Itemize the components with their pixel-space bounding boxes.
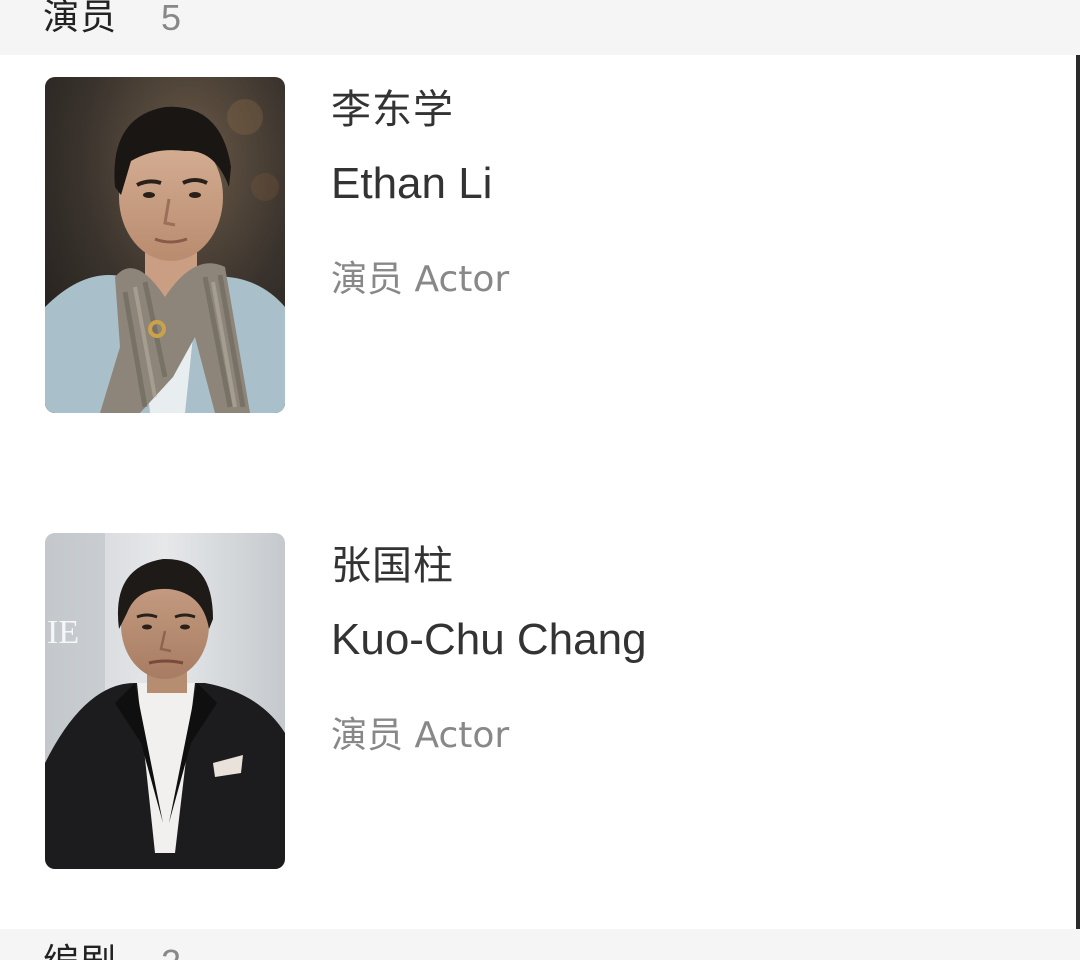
section-count: 5 (161, 0, 182, 38)
cast-card[interactable]: IE 张国柱 Kuo-Chu Chang 演员 Actor (45, 533, 1005, 869)
actor-name-english: Kuo-Chu Chang (331, 615, 647, 664)
scrollbar[interactable] (1076, 55, 1080, 929)
section-title: 演员 (43, 0, 118, 38)
actor-photo: IE (45, 533, 285, 869)
actor-role: 演员 Actor (331, 259, 510, 300)
actor-name-english: Ethan Li (331, 159, 493, 208)
section-title: 编剧 (43, 943, 117, 960)
cast-card[interactable]: 李东学 Ethan Li 演员 Actor (45, 77, 1005, 413)
section-header-screenwriter[interactable]: 编剧 2 (0, 929, 1080, 960)
svg-text:IE: IE (47, 614, 79, 651)
actor-name-chinese: 李东学 (331, 87, 454, 133)
section-count: 2 (161, 943, 181, 960)
section-header-cast[interactable]: 演员 5 (0, 0, 1080, 55)
actor-name-chinese: 张国柱 (331, 543, 454, 589)
actor-photo (45, 77, 285, 413)
cast-page: 演员 5 李东学 Ethan Li 演员 Actor IE 张国柱 Kuo-Ch… (0, 0, 1080, 960)
actor-role: 演员 Actor (331, 715, 510, 756)
